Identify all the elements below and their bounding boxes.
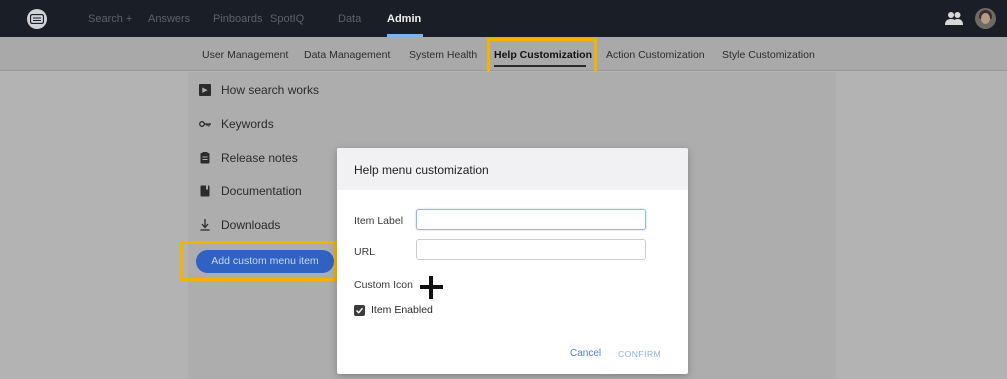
user-avatar[interactable] [975,8,996,29]
cancel-button[interactable]: Cancel [570,348,601,359]
nav-admin[interactable]: Admin [387,13,421,25]
tab-style-customization[interactable]: Style Customization [722,49,815,61]
video-icon: ▶ [199,84,211,96]
item-enabled-checkbox[interactable] [354,305,365,316]
nav-pinboards[interactable]: Pinboards [213,13,263,25]
download-icon [199,219,211,231]
key-icon [199,118,211,130]
tab-user-management[interactable]: User Management [202,49,288,61]
top-nav-bar: Search + Answers Pinboards SpotIQ Data A… [0,0,1007,37]
tab-system-health[interactable]: System Health [409,49,477,61]
users-icon[interactable] [945,11,963,25]
tab-data-management[interactable]: Data Management [304,49,390,61]
app-logo-icon[interactable] [27,9,47,29]
url-label: URL [354,246,376,258]
button-highlight-box [180,241,337,281]
help-item-documentation[interactable]: Documentation [199,183,302,199]
confirm-button[interactable]: CONFIRM [618,349,661,359]
notes-icon [199,152,211,164]
nav-answers[interactable]: Answers [148,13,190,25]
dialog-header: Help menu customization [337,148,688,190]
help-item-release-notes[interactable]: Release notes [199,150,298,166]
add-icon-plus-icon[interactable] [420,276,443,299]
help-item-downloads[interactable]: Downloads [199,217,280,233]
help-item-how-search-works[interactable]: ▶ How search works [199,82,319,98]
help-item-keywords[interactable]: Keywords [199,116,274,132]
book-icon [199,185,211,197]
help-menu-customization-dialog: Help menu customization Item Label URL C… [337,148,688,374]
item-label-label: Item Label [354,215,404,227]
item-label-input[interactable] [416,209,646,230]
custom-icon-label: Custom Icon [354,279,413,291]
nav-search[interactable]: Search + [88,13,132,25]
tab-action-customization[interactable]: Action Customization [606,49,705,61]
nav-data[interactable]: Data [338,13,361,25]
url-input[interactable] [416,239,646,260]
nav-spotiq[interactable]: SpotIQ [270,13,304,25]
dialog-title: Help menu customization [354,163,489,177]
item-enabled-label: Item Enabled [371,304,433,316]
plus-icon: + [125,13,133,25]
